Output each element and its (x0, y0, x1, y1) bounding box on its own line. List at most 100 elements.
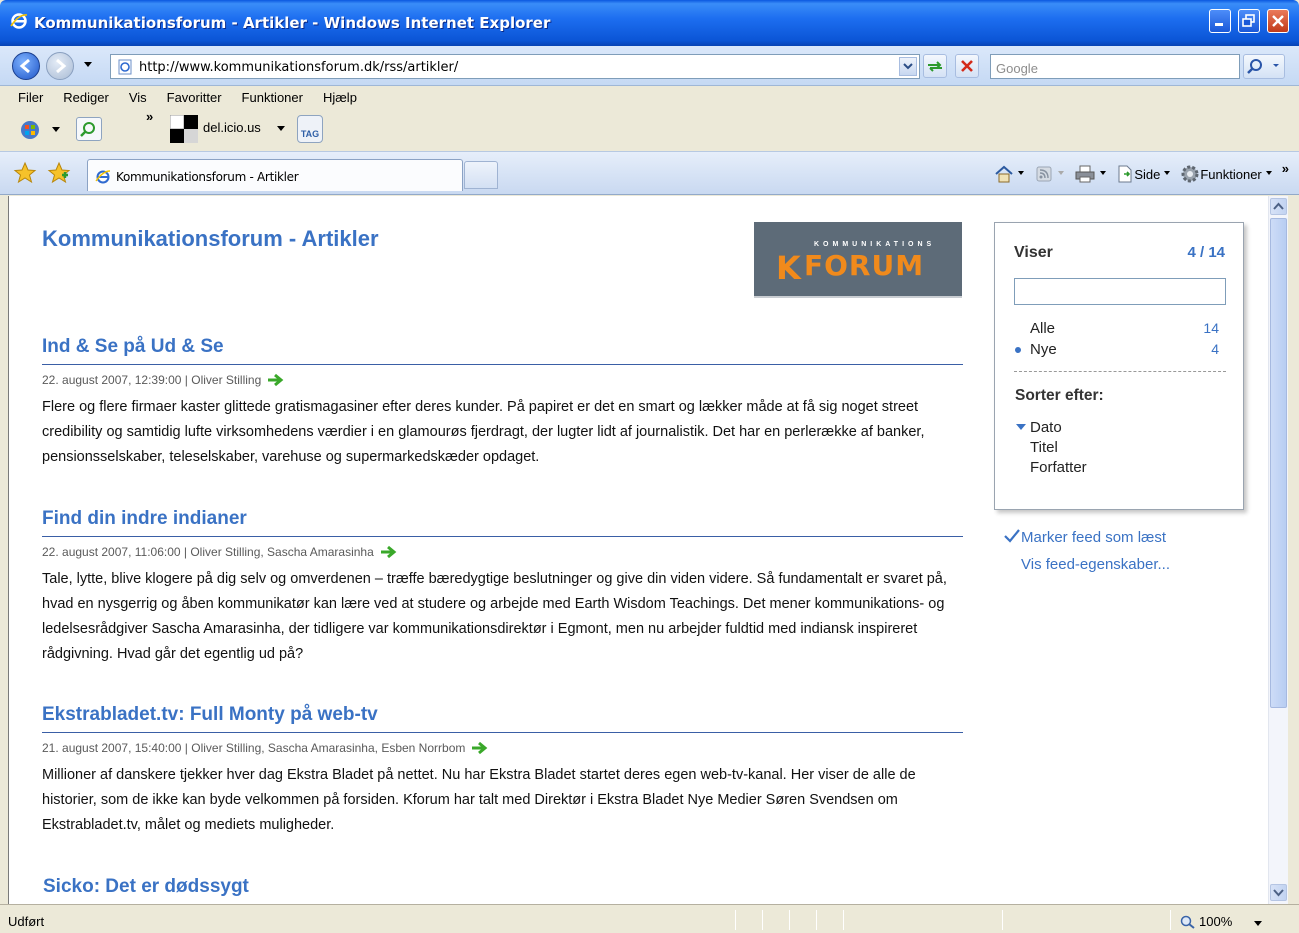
tab-row: Kommunikationsforum - Artikler Side Funk… (0, 151, 1299, 195)
delicious-icon[interactable] (170, 115, 198, 143)
menu-rediger[interactable]: Rediger (63, 90, 109, 105)
chevron-down-icon (1273, 889, 1284, 897)
window-frame-edge (1288, 196, 1299, 904)
feed-properties-link[interactable]: Vis feed-egenskaber... (1021, 556, 1170, 573)
home-icon (995, 165, 1013, 183)
ie-page-icon (118, 59, 132, 75)
print-button[interactable] (1074, 165, 1110, 183)
filter-alle-link[interactable]: Alle (1030, 320, 1055, 337)
alle-count: 14 (1203, 320, 1219, 336)
history-dropdown-icon[interactable] (84, 62, 92, 68)
toolbar-chevron[interactable]: » (146, 109, 153, 124)
feed-icon (1036, 166, 1052, 182)
chevron-up-icon (1273, 202, 1284, 210)
article-title-link[interactable]: Find din indre indianer (42, 508, 963, 537)
tab-active[interactable]: Kommunikationsforum - Artikler (87, 159, 463, 191)
search-toolbar-button[interactable] (76, 117, 102, 141)
window-title: Kommunikationsforum - Artikler - Windows… (34, 14, 551, 32)
sort-titel-link[interactable]: Titel (1030, 439, 1058, 456)
address-field[interactable]: http://www.kommunikationsforum.dk/rss/ar… (110, 54, 920, 79)
mark-feed-read-link[interactable]: Marker feed som læst (1021, 529, 1166, 546)
status-divider (1170, 910, 1171, 930)
tools-dropdown-icon (1265, 171, 1272, 175)
chevron-down-icon (903, 63, 913, 70)
status-divider (762, 910, 763, 930)
go-arrow-icon[interactable] (380, 545, 398, 559)
feed-article: Ekstrabladet.tv: Full Monty på web-tv 21… (42, 704, 963, 838)
sort-descending-icon (1016, 424, 1026, 430)
kommunikationsforum-logo[interactable]: KOMMUNIKATIONS K FORUM (754, 222, 962, 298)
sort-dato-link[interactable]: Dato (1030, 419, 1062, 436)
zoom-level[interactable]: 100% (1199, 914, 1232, 929)
feeds-button[interactable] (1034, 165, 1068, 183)
menu-hjaelp[interactable]: Hjælp (323, 90, 357, 105)
zoom-icon[interactable] (1180, 915, 1196, 929)
feed-article: Sicko: Det er dødssygt (43, 876, 964, 904)
tools-menu-button[interactable]: Funktioner (1180, 164, 1275, 184)
add-favorite-icon[interactable] (47, 161, 71, 185)
go-arrow-icon[interactable] (471, 741, 489, 755)
windows-logo-icon[interactable] (20, 120, 40, 140)
article-meta-text: 22. august 2007, 12:39:00 | Oliver Still… (42, 373, 262, 387)
maximize-button[interactable] (1238, 9, 1260, 33)
article-title-link[interactable]: Ind & Se på Ud & Se (42, 336, 963, 365)
status-divider (1002, 910, 1003, 930)
article-title-link[interactable]: Sicko: Det er dødssygt (43, 876, 964, 904)
minimize-icon (1215, 23, 1223, 26)
zoom-dropdown-icon[interactable] (1254, 921, 1262, 927)
back-button[interactable] (12, 52, 40, 80)
refresh-button[interactable] (923, 54, 947, 78)
close-button[interactable] (1267, 9, 1289, 33)
feeds-dropdown-icon (1058, 171, 1065, 175)
filter-nye-link[interactable]: Nye (1030, 341, 1057, 358)
tag-button[interactable]: TAG (297, 115, 323, 143)
new-tab-button[interactable] (464, 161, 498, 189)
menu-funktioner[interactable]: Funktioner (242, 90, 303, 105)
page-menu-button[interactable]: Side (1116, 165, 1174, 183)
commandbar-chevron[interactable]: » (1282, 161, 1289, 176)
windows-dropdown-icon[interactable] (52, 127, 60, 133)
menu-vis[interactable]: Vis (129, 90, 147, 105)
search-input[interactable]: Google (990, 54, 1240, 79)
scroll-up-button[interactable] (1270, 198, 1287, 215)
search-placeholder: Google (996, 61, 1038, 76)
address-toolbar: http://www.kommunikationsforum.dk/rss/ar… (0, 46, 1299, 86)
logo-big-text: FORUM (804, 249, 925, 282)
logo-small-text: KOMMUNIKATIONS (814, 241, 936, 248)
minimize-button[interactable] (1209, 9, 1231, 33)
feed-filter-panel: Viser 4 / 14 Alle 14 Nye 4 Sorter efter:… (994, 222, 1244, 510)
article-title-link[interactable]: Ekstrabladet.tv: Full Monty på web-tv (42, 704, 963, 733)
home-button[interactable] (994, 165, 1028, 183)
close-icon (1272, 15, 1284, 27)
menu-filer[interactable]: Filer (18, 90, 43, 105)
scroll-thumb[interactable] (1270, 218, 1287, 708)
magnifier-icon (80, 122, 95, 137)
forward-button[interactable] (46, 52, 74, 80)
ie-tab-icon (95, 170, 111, 184)
delicious-label[interactable]: del.icio.us (203, 120, 261, 135)
title-bar: Kommunikationsforum - Artikler - Windows… (0, 0, 1299, 46)
printer-icon (1075, 165, 1095, 183)
back-arrow-icon (19, 58, 30, 74)
go-arrow-icon[interactable] (267, 373, 285, 387)
sort-forfatter-link[interactable]: Forfatter (1030, 459, 1087, 476)
vertical-scrollbar[interactable] (1268, 196, 1288, 904)
command-bar: Side Funktioner » (988, 161, 1289, 185)
divider (1014, 371, 1226, 372)
menu-favoritter[interactable]: Favoritter (167, 90, 222, 105)
stop-button[interactable] (955, 54, 979, 78)
delicious-dropdown-icon[interactable] (277, 126, 285, 132)
article-meta: 22. august 2007, 11:06:00 | Oliver Still… (42, 545, 963, 559)
sort-heading: Sorter efter: (1015, 387, 1104, 404)
feed-page: Kommunikationsforum - Artikler KOMMUNIKA… (8, 196, 1268, 904)
favorites-star-icon[interactable] (13, 161, 37, 185)
status-divider (816, 910, 817, 930)
filter-input[interactable] (1014, 278, 1226, 305)
ie-logo-icon (10, 13, 28, 29)
search-button[interactable] (1243, 54, 1285, 79)
selected-dot-icon (1015, 347, 1021, 353)
article-meta: 22. august 2007, 12:39:00 | Oliver Still… (42, 373, 963, 387)
url-text[interactable]: http://www.kommunikationsforum.dk/rss/ar… (139, 60, 458, 75)
scroll-down-button[interactable] (1270, 884, 1287, 901)
address-dropdown-button[interactable] (899, 57, 917, 76)
